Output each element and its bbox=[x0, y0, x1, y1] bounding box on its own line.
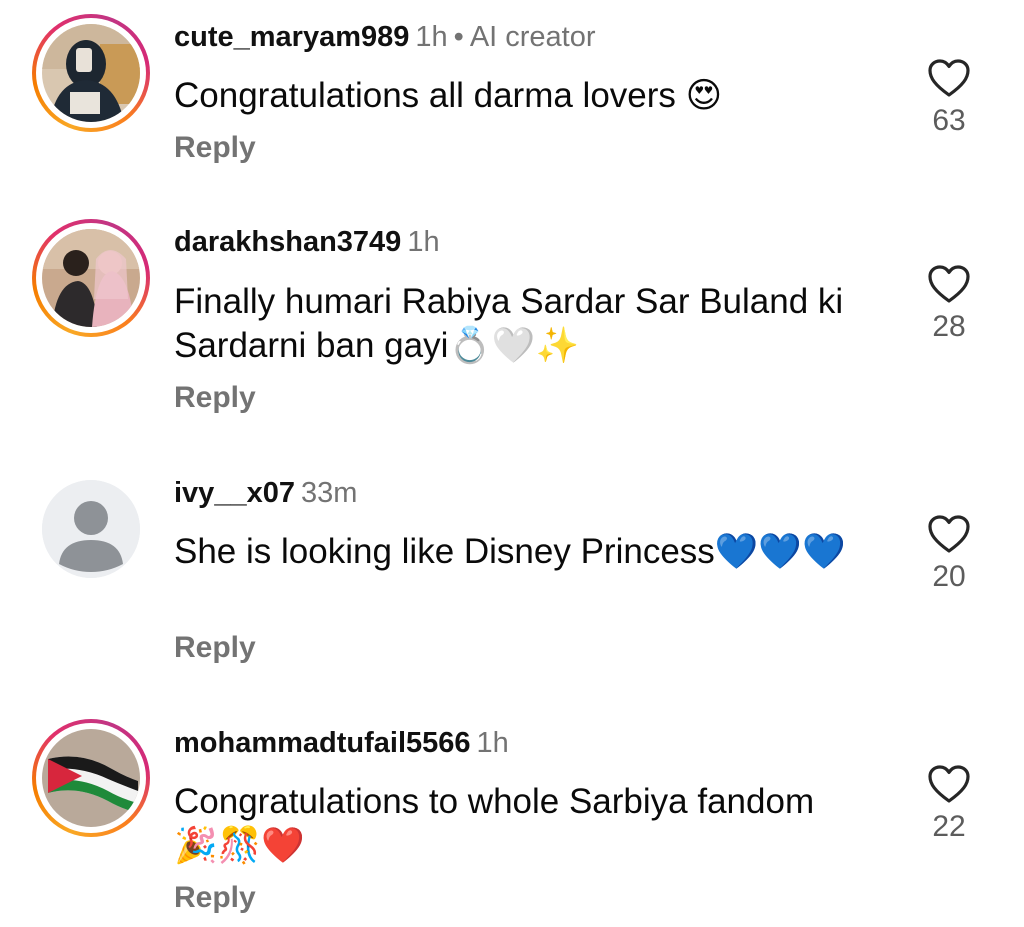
reply-button[interactable]: Reply bbox=[174, 881, 256, 915]
like-button[interactable]: 28 bbox=[920, 264, 978, 344]
comment-text: Finally humari Rabiya Sardar Sar Buland … bbox=[174, 282, 844, 365]
comment-text: Congratulations all darma lovers 😍 bbox=[174, 76, 723, 115]
comment-text: She is looking like Disney Princess💙💙💙 bbox=[174, 532, 846, 571]
creator-tag: AI creator bbox=[469, 21, 596, 53]
heart-icon bbox=[928, 59, 970, 97]
heart-icon bbox=[928, 765, 970, 803]
like-count: 28 bbox=[932, 310, 966, 343]
comment-time: 1h bbox=[407, 226, 440, 258]
story-ring[interactable] bbox=[32, 14, 150, 132]
story-ring[interactable] bbox=[32, 719, 150, 837]
username-link[interactable]: mohammadtufail5566 bbox=[174, 727, 471, 759]
meta-separator: • bbox=[453, 21, 464, 53]
comment-meta: mohammadtufail5566 1h bbox=[174, 726, 509, 760]
reply-button[interactable]: Reply bbox=[174, 131, 256, 165]
comment-meta: darakhshan3749 1h bbox=[174, 225, 440, 259]
reply-button[interactable]: Reply bbox=[174, 381, 256, 415]
default-avatar-icon[interactable] bbox=[42, 480, 140, 578]
username-link[interactable]: ivy__x07 bbox=[174, 477, 295, 509]
palestine-flag-icon bbox=[42, 729, 140, 827]
profile-photo-couple-icon bbox=[42, 229, 140, 327]
reply-button[interactable]: Reply bbox=[174, 631, 256, 665]
profile-photo-hijab-icon bbox=[42, 24, 140, 122]
username-link[interactable]: cute_maryam989 bbox=[174, 21, 409, 53]
comment-text: Congratulations to whole Sarbiya fandom … bbox=[174, 782, 815, 865]
heart-icon bbox=[928, 515, 970, 553]
like-count: 22 bbox=[932, 810, 966, 843]
like-count: 63 bbox=[932, 104, 966, 137]
heart-icon bbox=[928, 265, 970, 303]
comment-time: 33m bbox=[300, 477, 358, 509]
like-button[interactable]: 20 bbox=[920, 514, 978, 594]
story-ring[interactable] bbox=[32, 219, 150, 337]
like-count: 20 bbox=[932, 560, 966, 593]
comment-time: 1h bbox=[415, 21, 448, 53]
comment-meta: ivy__x07 33m bbox=[174, 476, 357, 510]
like-button[interactable]: 22 bbox=[920, 764, 978, 844]
like-button[interactable]: 63 bbox=[920, 58, 978, 138]
comment-time: 1h bbox=[476, 727, 509, 759]
comment-meta: cute_maryam989 1h • AI creator bbox=[174, 20, 596, 54]
username-link[interactable]: darakhshan3749 bbox=[174, 226, 401, 258]
